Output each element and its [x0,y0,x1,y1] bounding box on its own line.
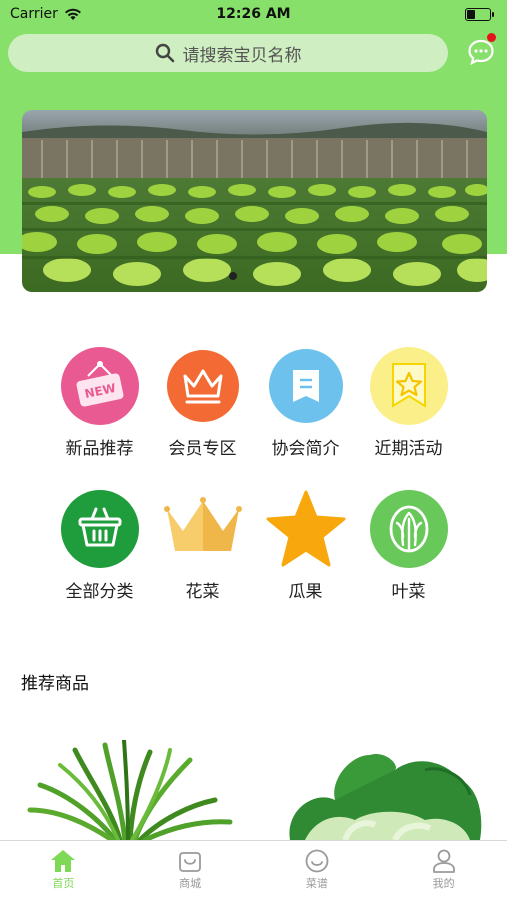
category-label: 瓜果 [288,582,323,602]
product-image-bok-choy[interactable] [275,740,495,840]
tab-mall[interactable]: 商城 [127,841,254,900]
search-placeholder: 请搜索宝贝名称 [182,45,302,66]
category-melons[interactable]: 瓜果 [254,489,357,602]
leaf-vegetable-icon [369,489,449,569]
battery-icon [465,7,494,21]
user-icon [432,849,455,873]
category-label: 花菜 [185,582,220,602]
wifi-icon [64,8,81,20]
category-events[interactable]: 近期活动 [357,346,460,459]
tab-recipes[interactable]: 菜谱 [254,841,381,900]
tab-label: 商城 [179,877,202,890]
product-image-chives[interactable] [20,740,270,840]
bookmark-icon [266,346,346,426]
tab-label: 首页 [52,877,75,890]
category-members[interactable]: 会员专区 [151,346,254,459]
crown-icon [163,346,243,426]
smile-icon [305,849,329,873]
crown-yellow-icon [163,489,243,569]
category-association[interactable]: 协会简介 [254,346,357,459]
star-icon [266,489,346,569]
notification-dot [487,33,496,42]
search-input[interactable]: 请搜索宝贝名称 [8,34,448,72]
category-all[interactable]: 全部分类 [48,489,151,602]
category-grid: NEW 新品推荐 会员专区 协会简介 近期活动 全部分类 花菜 瓜果 叶菜 [48,346,460,602]
shopping-bag-icon [179,852,202,872]
tab-label: 菜谱 [305,877,328,890]
tab-bar: 首页 商城 菜谱 我的 [0,840,507,900]
carrier-label: Carrier [10,6,58,22]
chat-icon [468,39,494,66]
category-label: 新品推荐 [65,439,134,459]
category-label: 近期活动 [374,439,443,459]
category-label: 全部分类 [65,582,134,602]
category-label: 会员专区 [168,439,237,459]
search-icon [155,43,174,63]
product-list [0,740,507,840]
tab-label: 我的 [432,877,455,890]
tab-mine[interactable]: 我的 [380,841,507,900]
new-badge-icon: NEW [60,346,140,426]
category-cauliflower[interactable]: 花菜 [151,489,254,602]
farm-field-image [22,110,487,292]
carousel-indicator[interactable] [229,272,237,280]
category-leafy[interactable]: 叶菜 [357,489,460,602]
message-button[interactable] [463,33,499,71]
category-label: 协会简介 [271,439,340,459]
status-bar: Carrier 12:26 AM [0,0,507,28]
search-row: 请搜索宝贝名称 [8,33,499,73]
basket-icon [60,489,140,569]
category-new-products[interactable]: NEW 新品推荐 [48,346,151,459]
section-title-recommended: 推荐商品 [21,674,89,694]
category-label: 叶菜 [391,582,426,602]
star-flag-icon [369,346,449,426]
tab-home[interactable]: 首页 [0,841,127,900]
banner-carousel[interactable] [22,110,487,292]
home-icon [51,850,76,872]
